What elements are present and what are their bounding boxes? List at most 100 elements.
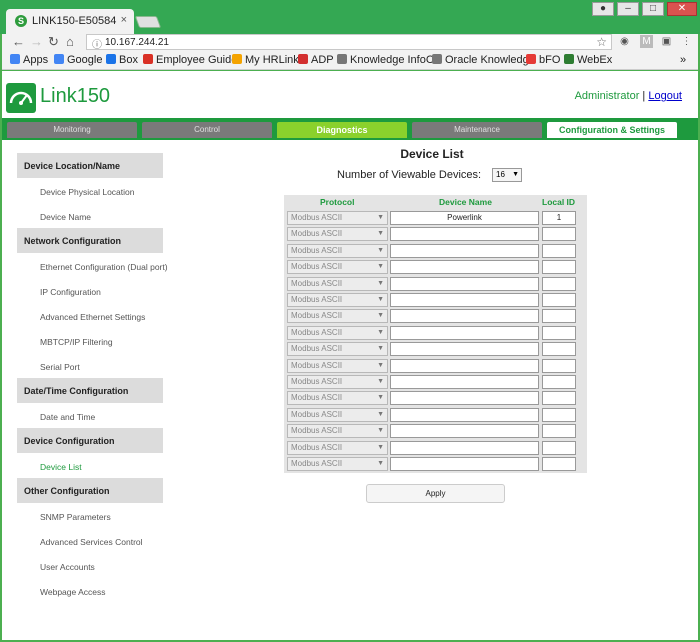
browser-titlebar: S LINK150-E50584 × ● – □ ✕	[0, 0, 700, 34]
bookmark-bfo[interactable]: bFO	[526, 54, 560, 66]
local-id-field[interactable]	[542, 342, 576, 357]
local-id-field[interactable]	[542, 407, 576, 422]
bookmark-adp[interactable]: ADP	[298, 54, 334, 66]
sidebar-item-advanced-services[interactable]: Advanced Services Control	[17, 528, 163, 553]
extension-m-icon[interactable]: M	[640, 35, 653, 48]
window-user-icon[interactable]: ●	[592, 2, 614, 16]
sidebar-item-mbtcp-filtering[interactable]: MBTCP/IP Filtering	[17, 328, 163, 353]
sidebar-item-device-name[interactable]: Device Name	[17, 203, 163, 228]
local-id-field[interactable]	[542, 243, 576, 258]
protocol-value: Modbus ASCII	[291, 409, 343, 419]
protocol-select[interactable]: Modbus ASCII ▼	[287, 309, 388, 324]
sidebar-item-ip-configuration[interactable]: IP Configuration	[17, 278, 163, 303]
logout-link[interactable]: Logout	[648, 90, 682, 102]
device-name-field[interactable]: Powerlink	[390, 211, 539, 225]
device-name-field[interactable]	[390, 293, 539, 307]
reload-icon[interactable]: ↻	[48, 34, 59, 50]
device-name-field[interactable]	[390, 440, 539, 455]
protocol-select[interactable]: Modbus ASCII ▼	[287, 211, 388, 225]
tab-diagnostics[interactable]: Diagnostics	[277, 122, 407, 138]
local-id-field[interactable]	[542, 227, 576, 242]
device-name-field[interactable]	[390, 424, 539, 439]
device-name-field[interactable]	[390, 309, 539, 324]
protocol-select[interactable]: Modbus ASCII ▼	[287, 243, 388, 258]
bookmark-my-hrlink[interactable]: My HRLink	[232, 54, 299, 66]
tab-configuration-settings[interactable]: Configuration & Settings	[547, 122, 677, 138]
bookmark-webex[interactable]: WebEx	[564, 54, 612, 66]
sidebar-item-device-list[interactable]: Device List	[17, 453, 163, 478]
sidebar-item-date-and-time[interactable]: Date and Time	[17, 403, 163, 428]
local-id-field[interactable]	[542, 457, 576, 471]
extension-box-icon[interactable]: ▣	[660, 35, 673, 48]
back-icon[interactable]: ←	[12, 34, 25, 50]
bookmark-employee-guide[interactable]: Employee Guide	[143, 54, 237, 66]
device-name-field[interactable]	[390, 260, 539, 275]
minimize-icon[interactable]: –	[617, 2, 639, 16]
device-name-field[interactable]	[390, 457, 539, 471]
protocol-select[interactable]: Modbus ASCII ▼	[287, 227, 388, 242]
bookmark-apps[interactable]: Apps	[10, 54, 48, 66]
protocol-select[interactable]: Modbus ASCII ▼	[287, 424, 388, 439]
sidebar-item-snmp-parameters[interactable]: SNMP Parameters	[17, 503, 163, 528]
bookmarks-overflow-icon[interactable]: »	[680, 54, 686, 66]
device-name-field[interactable]	[390, 342, 539, 357]
address-bar[interactable]: ⓘ 10.167.244.21 ☆	[86, 34, 612, 51]
device-name-field[interactable]	[390, 276, 539, 291]
protocol-select[interactable]: Modbus ASCII ▼	[287, 358, 388, 373]
bookmark-star-icon[interactable]: ☆	[596, 35, 607, 49]
bookmark-google[interactable]: Google	[54, 54, 102, 66]
protocol-select[interactable]: Modbus ASCII ▼	[287, 407, 388, 422]
protocol-select[interactable]: Modbus ASCII ▼	[287, 293, 388, 307]
maximize-icon[interactable]: □	[642, 2, 664, 16]
tab-maintenance[interactable]: Maintenance	[412, 122, 542, 138]
bookmark-knowledge-info[interactable]: Knowledge InfoC	[337, 54, 434, 66]
new-tab-button[interactable]	[134, 16, 162, 28]
bookmark-oracle-knowledge[interactable]: Oracle Knowledg	[432, 54, 529, 66]
sidebar-item-user-accounts[interactable]: User Accounts	[17, 553, 163, 578]
apply-button[interactable]: Apply	[366, 484, 505, 503]
tab-close-icon[interactable]: ×	[121, 14, 127, 26]
viewable-devices-select[interactable]: 16 ▼	[492, 168, 522, 182]
sidebar-item-device-physical-location[interactable]: Device Physical Location	[17, 178, 163, 203]
device-name-field[interactable]	[390, 391, 539, 406]
local-id-field[interactable]: 1	[542, 211, 576, 225]
protocol-select[interactable]: Modbus ASCII ▼	[287, 325, 388, 340]
menu-icon[interactable]: ⋮	[680, 35, 693, 48]
local-id-field[interactable]	[542, 309, 576, 324]
tab-monitoring[interactable]: Monitoring	[7, 122, 137, 138]
sidebar-item-serial-port[interactable]: Serial Port	[17, 353, 163, 378]
sidebar-item-ethernet-configuration[interactable]: Ethernet Configuration (Dual port)	[17, 253, 168, 278]
protocol-select[interactable]: Modbus ASCII ▼	[287, 440, 388, 455]
protocol-select[interactable]: Modbus ASCII ▼	[287, 391, 388, 406]
sidebar-item-advanced-ethernet[interactable]: Advanced Ethernet Settings	[17, 303, 163, 328]
local-id-field[interactable]	[542, 293, 576, 307]
local-id-field[interactable]	[542, 325, 576, 340]
device-name-field[interactable]	[390, 325, 539, 340]
info-icon[interactable]: ⓘ	[92, 36, 102, 51]
browser-tab[interactable]: S LINK150-E50584 ×	[6, 9, 134, 34]
local-id-field[interactable]	[542, 440, 576, 455]
local-id-field[interactable]	[542, 260, 576, 275]
protocol-select[interactable]: Modbus ASCII ▼	[287, 260, 388, 275]
protocol-select[interactable]: Modbus ASCII ▼	[287, 342, 388, 357]
forward-icon[interactable]: →	[30, 34, 43, 50]
device-name-field[interactable]	[390, 375, 539, 389]
local-id-field[interactable]	[542, 391, 576, 406]
local-id-field[interactable]	[542, 375, 576, 389]
home-icon[interactable]: ⌂	[66, 34, 74, 50]
device-name-field[interactable]	[390, 243, 539, 258]
bookmark-box[interactable]: Box	[106, 54, 138, 66]
sidebar-item-webpage-access[interactable]: Webpage Access	[17, 578, 163, 603]
device-name-field[interactable]	[390, 358, 539, 373]
device-name-field[interactable]	[390, 227, 539, 242]
local-id-field[interactable]	[542, 424, 576, 439]
extension-hat-icon[interactable]: ◉	[618, 35, 631, 48]
local-id-field[interactable]	[542, 358, 576, 373]
tab-control[interactable]: Control	[142, 122, 272, 138]
protocol-select[interactable]: Modbus ASCII ▼	[287, 457, 388, 471]
device-name-field[interactable]	[390, 407, 539, 422]
window-close-icon[interactable]: ✕	[667, 2, 697, 16]
protocol-select[interactable]: Modbus ASCII ▼	[287, 375, 388, 389]
protocol-select[interactable]: Modbus ASCII ▼	[287, 276, 388, 291]
local-id-field[interactable]	[542, 276, 576, 291]
